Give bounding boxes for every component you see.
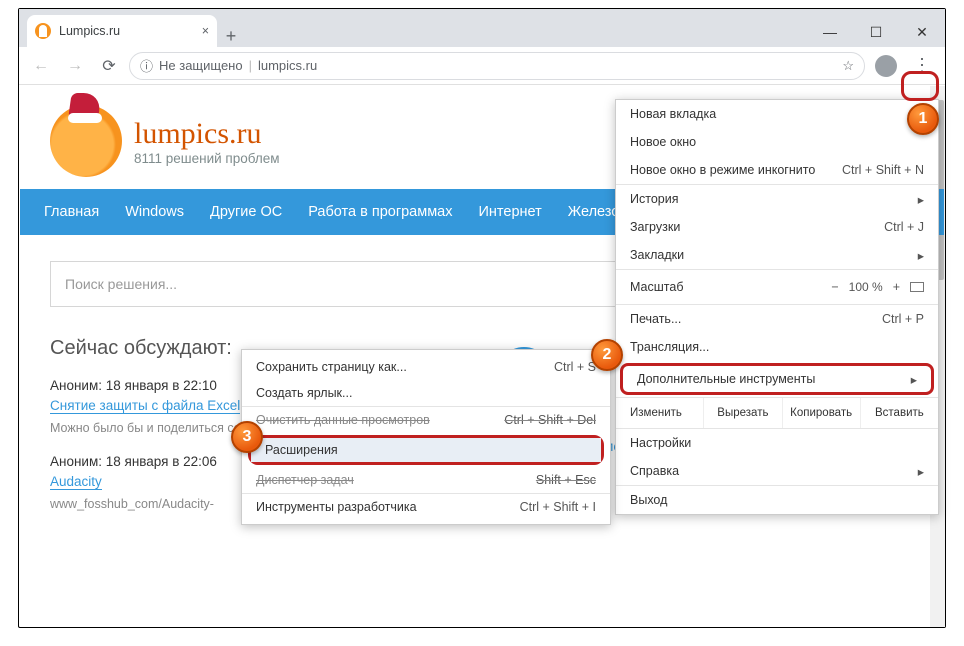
menu-copy[interactable]: Копировать (783, 398, 861, 428)
reload-button[interactable]: ⟳ (95, 52, 123, 80)
menu-edit-row: Изменить Вырезать Копировать Вставить (616, 398, 938, 428)
submenu-devtools[interactable]: Инструменты разработчикаCtrl + Shift + I (242, 494, 610, 520)
menu-cast[interactable]: Трансляция... (616, 333, 938, 361)
annotation-highlight-3: Расширения (248, 435, 604, 465)
nav-item-windows[interactable]: Windows (125, 204, 184, 220)
submenu-shortcut[interactable]: Создать ярлык... (242, 380, 610, 406)
submenu-clear-data[interactable]: Очистить данные просмотровCtrl + Shift +… (242, 407, 610, 433)
url-text: lumpics.ru (258, 58, 317, 73)
back-button[interactable]: ← (27, 52, 55, 80)
nav-item-software[interactable]: Работа в программах (308, 204, 452, 220)
menu-settings[interactable]: Настройки (616, 429, 938, 457)
nav-item-hardware[interactable]: Железо (568, 204, 620, 220)
info-icon: ⓘ (140, 56, 153, 75)
close-tab-icon[interactable]: × (202, 24, 209, 38)
menu-more-tools[interactable]: Дополнительные инструменты▸ (623, 366, 931, 392)
close-window-button[interactable]: ✕ (899, 17, 945, 47)
edit-label: Изменить (616, 398, 704, 428)
menu-exit[interactable]: Выход (616, 486, 938, 514)
new-tab-button[interactable]: + (217, 26, 245, 47)
zoom-out-button[interactable]: − (831, 280, 838, 294)
profile-avatar[interactable] (875, 55, 897, 77)
nav-item-os[interactable]: Другие ОС (210, 204, 282, 220)
menu-new-tab[interactable]: Новая вкладка (616, 100, 938, 128)
menu-incognito[interactable]: Новое окно в режиме инкогнитоCtrl + Shif… (616, 156, 938, 184)
minimize-button[interactable]: — (807, 17, 853, 47)
more-tools-submenu: Сохранить страницу как...Ctrl + S Создат… (241, 349, 611, 525)
zoom-in-button[interactable]: + (893, 280, 900, 294)
maximize-button[interactable]: ☐ (853, 17, 899, 47)
menu-bookmarks[interactable]: Закладки▸ (616, 241, 938, 269)
comment-link[interactable]: Снятие защиты с файла Excel (50, 398, 240, 414)
submenu-save-page[interactable]: Сохранить страницу как...Ctrl + S (242, 354, 610, 380)
site-logo-icon (50, 105, 122, 177)
fullscreen-icon[interactable] (910, 282, 924, 292)
annotation-badge-1: 1 (907, 103, 939, 135)
zoom-value: 100 % (849, 280, 883, 294)
bookmark-star-icon[interactable]: ☆ (842, 58, 854, 74)
site-tagline: 8111 решений проблем (134, 151, 280, 166)
menu-zoom: Масштаб − 100 % + (616, 270, 938, 304)
annotation-badge-3: 3 (231, 421, 263, 453)
window-titlebar: Lumpics.ru × + — ☐ ✕ (19, 9, 945, 47)
nav-item-home[interactable]: Главная (44, 204, 99, 220)
browser-tab[interactable]: Lumpics.ru × (27, 15, 217, 47)
menu-paste[interactable]: Вставить (861, 398, 938, 428)
nav-item-internet[interactable]: Интернет (479, 204, 542, 220)
chevron-right-icon: ▸ (918, 464, 924, 479)
chrome-main-menu: Новая вкладка Новое окно Новое окно в ре… (615, 99, 939, 515)
menu-cut[interactable]: Вырезать (704, 398, 782, 428)
menu-help[interactable]: Справка▸ (616, 457, 938, 485)
favicon-icon (35, 23, 51, 39)
chevron-right-icon: ▸ (918, 248, 924, 263)
site-title: lumpics.ru (134, 117, 280, 151)
chevron-right-icon: ▸ (911, 372, 917, 387)
menu-print[interactable]: Печать...Ctrl + P (616, 305, 938, 333)
tab-title: Lumpics.ru (59, 24, 120, 38)
submenu-task-manager[interactable]: Диспетчер задачShift + Esc (242, 467, 610, 493)
forward-button[interactable]: → (61, 52, 89, 80)
address-bar: ← → ⟳ ⓘ Не защищено | lumpics.ru ☆ ⋮ (19, 47, 945, 85)
comment-link[interactable]: Audacity (50, 474, 102, 490)
menu-downloads[interactable]: ЗагрузкиCtrl + J (616, 213, 938, 241)
menu-new-window[interactable]: Новое окно (616, 128, 938, 156)
chevron-right-icon: ▸ (918, 192, 924, 207)
submenu-extensions[interactable]: Расширения (251, 438, 601, 462)
annotation-badge-2: 2 (591, 339, 623, 371)
menu-history[interactable]: История▸ (616, 185, 938, 213)
chrome-menu-button[interactable]: ⋮ (907, 52, 937, 80)
url-input[interactable]: ⓘ Не защищено | lumpics.ru ☆ (129, 52, 865, 80)
annotation-highlight-2: Дополнительные инструменты▸ (620, 363, 934, 395)
security-label: Не защищено (159, 58, 243, 73)
